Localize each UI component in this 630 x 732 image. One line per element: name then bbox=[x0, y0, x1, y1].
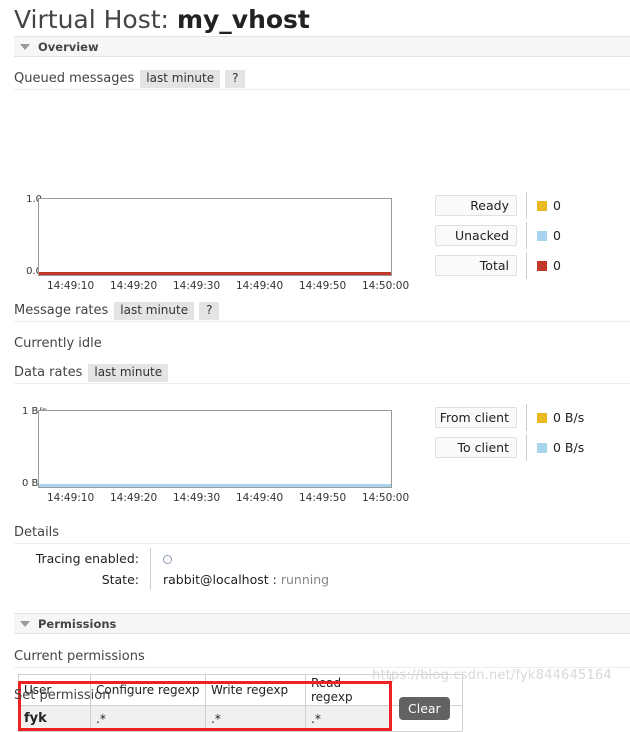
message-rates-label: Message rates bbox=[14, 303, 109, 318]
legend-value-unacked: 0 bbox=[553, 228, 561, 243]
data-rates-chart-xtick-1: 14:49:20 bbox=[110, 492, 158, 504]
cell-configure-regexp: .* bbox=[90, 705, 206, 732]
message-rates-status-text: Currently idle bbox=[14, 335, 102, 351]
subheader-current-permissions: Current permissions bbox=[14, 646, 630, 668]
legend-value-ready: 0 bbox=[553, 198, 561, 213]
triangle-down-icon bbox=[20, 620, 30, 627]
page-title: Virtual Host: my_vhost bbox=[0, 0, 630, 36]
message-rates-period-chip[interactable]: last minute bbox=[114, 301, 195, 320]
details-key-state: State: bbox=[101, 572, 139, 587]
legend-button-total[interactable]: Total bbox=[435, 255, 517, 276]
queued-chart-xtick-2: 14:49:30 bbox=[173, 280, 221, 292]
watermark-text: https://blog.csdn.net/fyk844645164 bbox=[372, 668, 612, 683]
cell-write-regexp: .* bbox=[205, 705, 306, 732]
data-rates-chart-legend: From client 0 B/s To client 0 B/s bbox=[435, 404, 585, 467]
legend-button-from-client[interactable]: From client bbox=[435, 407, 517, 428]
legend-swatch-unacked bbox=[537, 230, 547, 241]
queued-chart-legend: Ready 0 Unacked 0 Total 0 bbox=[435, 192, 561, 285]
data-rates-chart-xtick-4: 14:49:50 bbox=[299, 492, 347, 504]
queued-chart-xtick-0: 14:49:10 bbox=[47, 280, 95, 292]
legend-button-unacked[interactable]: Unacked bbox=[435, 225, 517, 246]
col-header-write-regexp: Write regexp bbox=[205, 674, 306, 706]
legend-divider bbox=[526, 404, 527, 431]
legend-divider bbox=[526, 252, 527, 279]
details-key-tracing: Tracing enabled: bbox=[35, 551, 139, 566]
legend-row-total: Total 0 bbox=[435, 252, 561, 279]
details-row-state: State: rabbit@localhost : running bbox=[14, 569, 330, 590]
page-title-prefix: Virtual Host: bbox=[14, 5, 169, 34]
legend-row-unacked: Unacked 0 bbox=[435, 222, 561, 249]
legend-row-ready: Ready 0 bbox=[435, 192, 561, 219]
details-heading: Details bbox=[14, 525, 60, 540]
queued-messages-chart: 1.0 0.0 14:49:10 14:49:20 14:49:30 14:49… bbox=[14, 90, 630, 292]
virtual-host-page: Virtual Host: my_vhost Overview Queued m… bbox=[0, 0, 630, 732]
details-row-tracing: Tracing enabled: bbox=[14, 548, 330, 569]
data-rates-chart-xtick-0: 14:49:10 bbox=[47, 492, 95, 504]
legend-divider bbox=[526, 434, 527, 461]
legend-button-ready[interactable]: Ready bbox=[435, 195, 517, 216]
legend-divider bbox=[526, 192, 527, 219]
vhost-name: my_vhost bbox=[176, 5, 310, 34]
queued-chart-xtick-4: 14:49:50 bbox=[299, 280, 347, 292]
triangle-down-icon bbox=[20, 43, 30, 50]
radio-circle-icon[interactable] bbox=[163, 555, 172, 564]
legend-swatch-to-client bbox=[537, 442, 547, 453]
section-label-permissions: Permissions bbox=[38, 616, 117, 631]
details-value-tracing bbox=[150, 548, 330, 569]
current-permissions-heading: Current permissions bbox=[14, 649, 145, 664]
message-rates-help-chip[interactable]: ? bbox=[199, 301, 220, 320]
legend-row-to-client: To client 0 B/s bbox=[435, 434, 585, 461]
legend-divider bbox=[526, 222, 527, 249]
state-node-name: rabbit@localhost bbox=[163, 572, 269, 587]
clear-button[interactable]: Clear bbox=[399, 697, 450, 720]
legend-swatch-ready bbox=[537, 200, 547, 211]
table-row: fyk .* .* .* bbox=[18, 705, 463, 732]
data-rates-label: Data rates bbox=[14, 365, 83, 380]
legend-value-to-client: 0 B/s bbox=[553, 440, 585, 455]
details-value-state: rabbit@localhost : running bbox=[150, 569, 330, 590]
data-rates-chart: 1 B/s 0 B/s 14:49:10 14:49:20 14:49:30 1… bbox=[14, 384, 630, 504]
section-header-permissions[interactable]: Permissions bbox=[14, 613, 630, 634]
cell-user: fyk bbox=[18, 705, 91, 732]
data-rates-chart-series-to-client bbox=[39, 484, 391, 487]
queued-chart-xtick-3: 14:49:40 bbox=[236, 280, 284, 292]
state-separator: : bbox=[272, 572, 277, 587]
queued-chart-plot-area bbox=[38, 198, 392, 276]
data-rates-chart-xtick-2: 14:49:30 bbox=[173, 492, 221, 504]
queued-messages-period-chip[interactable]: last minute bbox=[140, 69, 221, 88]
queued-chart-xtick-5: 14:50:00 bbox=[362, 280, 410, 292]
details-table: Tracing enabled: State: rabbit@localhost… bbox=[14, 548, 330, 590]
data-rates-chart-xtick-5: 14:50:00 bbox=[362, 492, 410, 504]
legend-swatch-from-client bbox=[537, 412, 547, 423]
data-rates-period-chip[interactable]: last minute bbox=[88, 363, 169, 382]
legend-value-from-client: 0 B/s bbox=[553, 410, 585, 425]
data-rates-chart-xtick-3: 14:49:40 bbox=[236, 492, 284, 504]
queued-messages-help-chip[interactable]: ? bbox=[225, 69, 246, 88]
subheader-message-rates: Message rates last minute ? bbox=[14, 300, 630, 322]
state-status-text: running bbox=[280, 572, 330, 587]
section-header-overview[interactable]: Overview bbox=[14, 36, 630, 57]
queued-chart-series-total bbox=[39, 272, 391, 275]
message-rates-status: Currently idle bbox=[14, 332, 630, 354]
legend-swatch-total bbox=[537, 260, 547, 271]
cell-read-regexp: .* bbox=[305, 705, 391, 732]
section-label-overview: Overview bbox=[38, 39, 99, 54]
legend-value-total: 0 bbox=[553, 258, 561, 273]
legend-button-to-client[interactable]: To client bbox=[435, 437, 517, 458]
subheader-data-rates: Data rates last minute bbox=[14, 362, 630, 384]
queued-messages-label: Queued messages bbox=[14, 71, 135, 86]
legend-row-from-client: From client 0 B/s bbox=[435, 404, 585, 431]
data-rates-chart-plot-area bbox=[38, 410, 392, 488]
subheader-details: Details bbox=[14, 522, 630, 544]
queued-chart-xtick-1: 14:49:20 bbox=[110, 280, 158, 292]
subheader-queued-messages: Queued messages last minute ? bbox=[14, 68, 630, 90]
